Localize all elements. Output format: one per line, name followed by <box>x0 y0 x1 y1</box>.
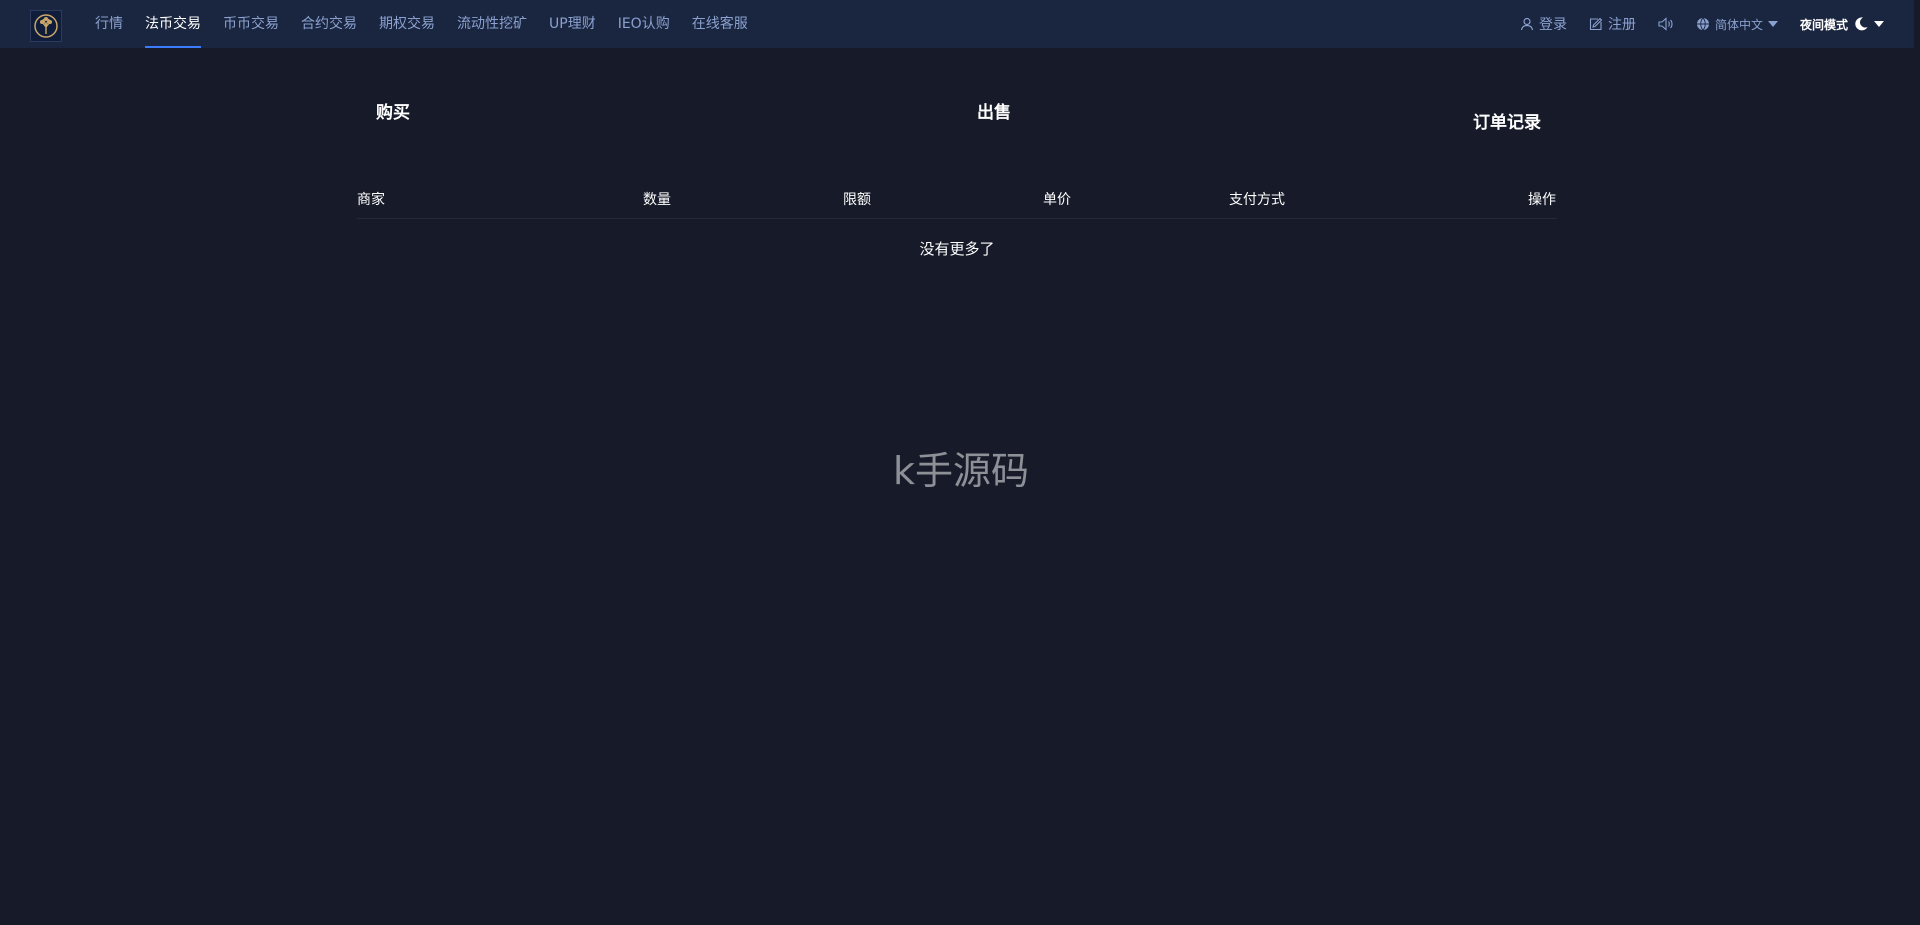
caret-down-icon <box>1767 20 1778 27</box>
user-icon <box>1520 17 1534 31</box>
column-merchant: 商家 <box>357 192 385 208</box>
site-logo[interactable] <box>30 10 62 42</box>
nav-item-online-service[interactable]: 在线客服 <box>681 0 759 48</box>
page-scrollbar[interactable] <box>1914 0 1920 925</box>
moon-icon <box>1855 17 1868 31</box>
theme-selector[interactable]: 夜间模式 <box>1800 16 1884 33</box>
register-link[interactable]: 注册 <box>1589 14 1636 34</box>
column-quantity: 数量 <box>643 192 671 208</box>
watermark-text: k手源码 <box>892 449 1029 493</box>
nav-item-fiat-trade[interactable]: 法币交易 <box>134 0 212 48</box>
main-nav: 行情 法币交易 币币交易 合约交易 期权交易 流动性挖矿 UP理财 IEO认购 … <box>84 0 759 48</box>
tab-buy[interactable]: 购买 <box>376 98 410 123</box>
tab-sell[interactable]: 出售 <box>977 98 1011 123</box>
login-label: 登录 <box>1538 17 1567 33</box>
tab-order-records[interactable]: 订单记录 <box>1473 108 1541 133</box>
speaker-icon <box>1658 17 1673 31</box>
nav-item-liquidity-mining[interactable]: 流动性挖矿 <box>446 0 538 48</box>
empty-list-message: 没有更多了 <box>919 240 995 258</box>
nav-item-coin-trade[interactable]: 币币交易 <box>212 0 290 48</box>
header-right-actions: 登录 注册 简体中文 夜间模式 <box>1520 0 1884 48</box>
table-header: 商家 数量 限额 单价 支付方式 操作 <box>357 187 1557 219</box>
edit-icon <box>1589 17 1603 31</box>
nav-item-ieo[interactable]: IEO认购 <box>607 0 681 48</box>
language-selector[interactable]: 简体中文 <box>1696 16 1778 33</box>
column-payment-method: 支付方式 <box>1229 192 1285 208</box>
column-limit: 限额 <box>843 192 871 208</box>
top-navbar: 行情 法币交易 币币交易 合约交易 期权交易 流动性挖矿 UP理财 IEO认购 … <box>0 0 1920 48</box>
nav-item-market[interactable]: 行情 <box>84 0 134 48</box>
login-link[interactable]: 登录 <box>1520 14 1567 34</box>
caret-down-icon <box>1874 20 1884 27</box>
nav-item-contract-trade[interactable]: 合约交易 <box>290 0 368 48</box>
nav-item-up-finance[interactable]: UP理财 <box>538 0 607 48</box>
language-label: 简体中文 <box>1714 17 1763 32</box>
column-action: 操作 <box>1528 192 1556 208</box>
sound-toggle[interactable] <box>1658 17 1674 31</box>
register-label: 注册 <box>1607 17 1636 33</box>
globe-icon <box>1696 17 1709 31</box>
column-unit-price: 单价 <box>1043 192 1071 208</box>
theme-label: 夜间模式 <box>1799 17 1848 32</box>
nav-item-options-trade[interactable]: 期权交易 <box>368 0 446 48</box>
tree-emblem-icon <box>34 14 58 38</box>
